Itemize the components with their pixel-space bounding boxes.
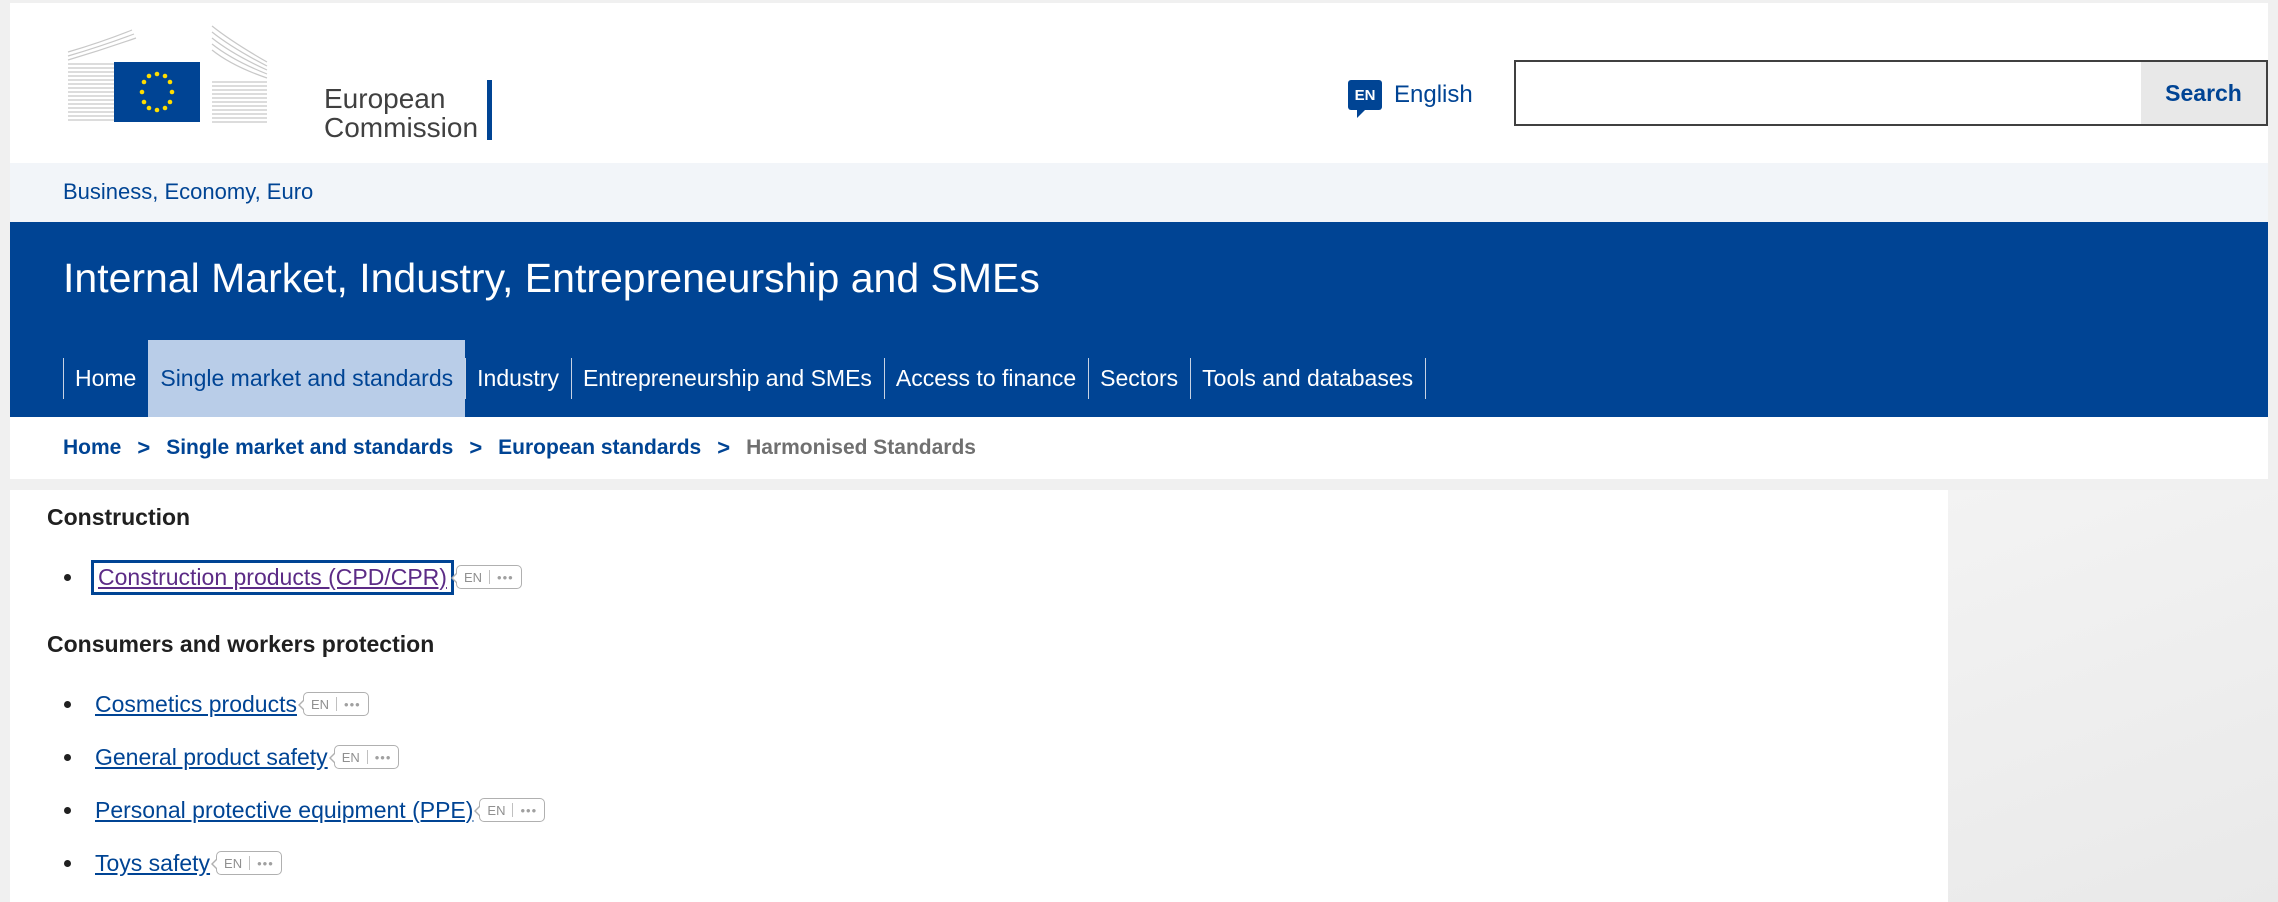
bullet-icon — [64, 700, 71, 708]
site-banner: Internal Market, Industry, Entrepreneurs… — [10, 222, 2268, 417]
nav-item-entrepreneurship[interactable]: Entrepreneurship and SMEs — [570, 340, 884, 417]
european-commission-logo[interactable]: European Commission — [62, 22, 492, 142]
chip-divider — [512, 803, 514, 817]
nav-item-industry[interactable]: Industry — [465, 340, 571, 417]
more-languages-icon: ••• — [257, 855, 274, 871]
section-title-consumers: Consumers and workers protection — [47, 631, 435, 657]
language-chip-code: EN — [463, 569, 483, 585]
language-chip[interactable]: EN ••• — [211, 851, 282, 875]
site-title[interactable]: Internal Market, Industry, Entrepreneurs… — [63, 255, 1040, 302]
language-code-badge: EN — [1348, 80, 1382, 118]
list-item: Toys safety EN ••• — [64, 846, 282, 880]
breadcrumb-current: Harmonised Standards — [746, 436, 976, 459]
logo-line-1: European — [324, 83, 446, 114]
breadcrumb-european-standards[interactable]: European standards — [498, 436, 701, 460]
eu-flag-logo-icon — [67, 25, 268, 123]
nav-item-tools[interactable]: Tools and databases — [1190, 340, 1427, 417]
language-chip[interactable]: EN ••• — [297, 692, 369, 716]
language-chip[interactable]: EN ••• — [328, 745, 400, 769]
site-strip-link[interactable]: Business, Economy, Euro — [63, 179, 313, 205]
bullet-icon — [64, 859, 71, 867]
list-item: General product safety EN ••• — [64, 740, 400, 774]
breadcrumb-separator: > — [717, 435, 731, 460]
more-languages-icon: ••• — [344, 696, 361, 712]
breadcrumb-separator: > — [137, 435, 151, 460]
language-chip-code: EN — [224, 855, 243, 871]
link-construction-products[interactable]: Construction products (CPD/CPR) — [91, 559, 454, 595]
nav-item-sectors[interactable]: Sectors — [1088, 340, 1190, 417]
chip-divider — [366, 750, 368, 764]
search-button[interactable]: Search — [2141, 62, 2266, 124]
section-title-construction: Construction — [47, 504, 191, 530]
main-content: Construction Construction products (CPD/… — [10, 490, 1948, 902]
chip-divider — [336, 697, 338, 711]
language-chip-code: EN — [341, 749, 360, 765]
search-input[interactable] — [1516, 62, 2141, 124]
nav-item-access-to-finance[interactable]: Access to finance — [883, 340, 1088, 417]
language-selector[interactable]: EN English — [1348, 75, 1473, 118]
link-personal-protective-equipment[interactable]: Personal protective equipment (PPE) — [95, 797, 473, 824]
breadcrumb: Home > Single market and standards > Eur… — [10, 417, 2268, 479]
search-form: Search — [1514, 60, 2268, 126]
main-nav: Home Single market and standards Industr… — [63, 340, 1427, 417]
chip-divider — [249, 856, 251, 870]
bullet-icon — [64, 753, 71, 761]
logo-divider — [487, 80, 492, 140]
breadcrumb-separator: > — [469, 435, 483, 460]
list-item: Personal protective equipment (PPE) EN •… — [64, 793, 546, 827]
language-chip-code: EN — [487, 802, 506, 818]
logo-text: European Commission — [324, 84, 478, 142]
breadcrumb-home[interactable]: Home — [63, 436, 121, 460]
site-strip: Business, Economy, Euro — [10, 163, 2268, 222]
nav-item-single-market[interactable]: Single market and standards — [148, 340, 466, 417]
nav-item-home[interactable]: Home — [63, 340, 148, 417]
language-chip[interactable]: EN ••• — [450, 565, 522, 589]
chip-divider — [489, 570, 491, 584]
logo-line-2: Commission — [324, 112, 479, 143]
link-general-product-safety[interactable]: General product safety — [95, 744, 328, 771]
language-chip-code: EN — [310, 696, 330, 712]
site-header: European Commission EN English Search — [10, 3, 2268, 163]
list-item: Construction products (CPD/CPR) EN ••• — [64, 559, 522, 595]
language-label: English — [1394, 81, 1473, 108]
list-item: Cosmetics products EN ••• — [64, 687, 369, 721]
side-panel — [1948, 490, 2278, 902]
more-languages-icon: ••• — [520, 802, 538, 818]
bullet-icon — [64, 573, 71, 581]
more-languages-icon: ••• — [497, 569, 514, 585]
breadcrumb-single-market[interactable]: Single market and standards — [166, 436, 453, 460]
bullet-icon — [64, 806, 71, 814]
link-toys-safety[interactable]: Toys safety — [95, 850, 210, 877]
more-languages-icon: ••• — [374, 749, 392, 765]
language-chip[interactable]: EN ••• — [474, 798, 546, 822]
link-cosmetics-products[interactable]: Cosmetics products — [95, 691, 297, 718]
